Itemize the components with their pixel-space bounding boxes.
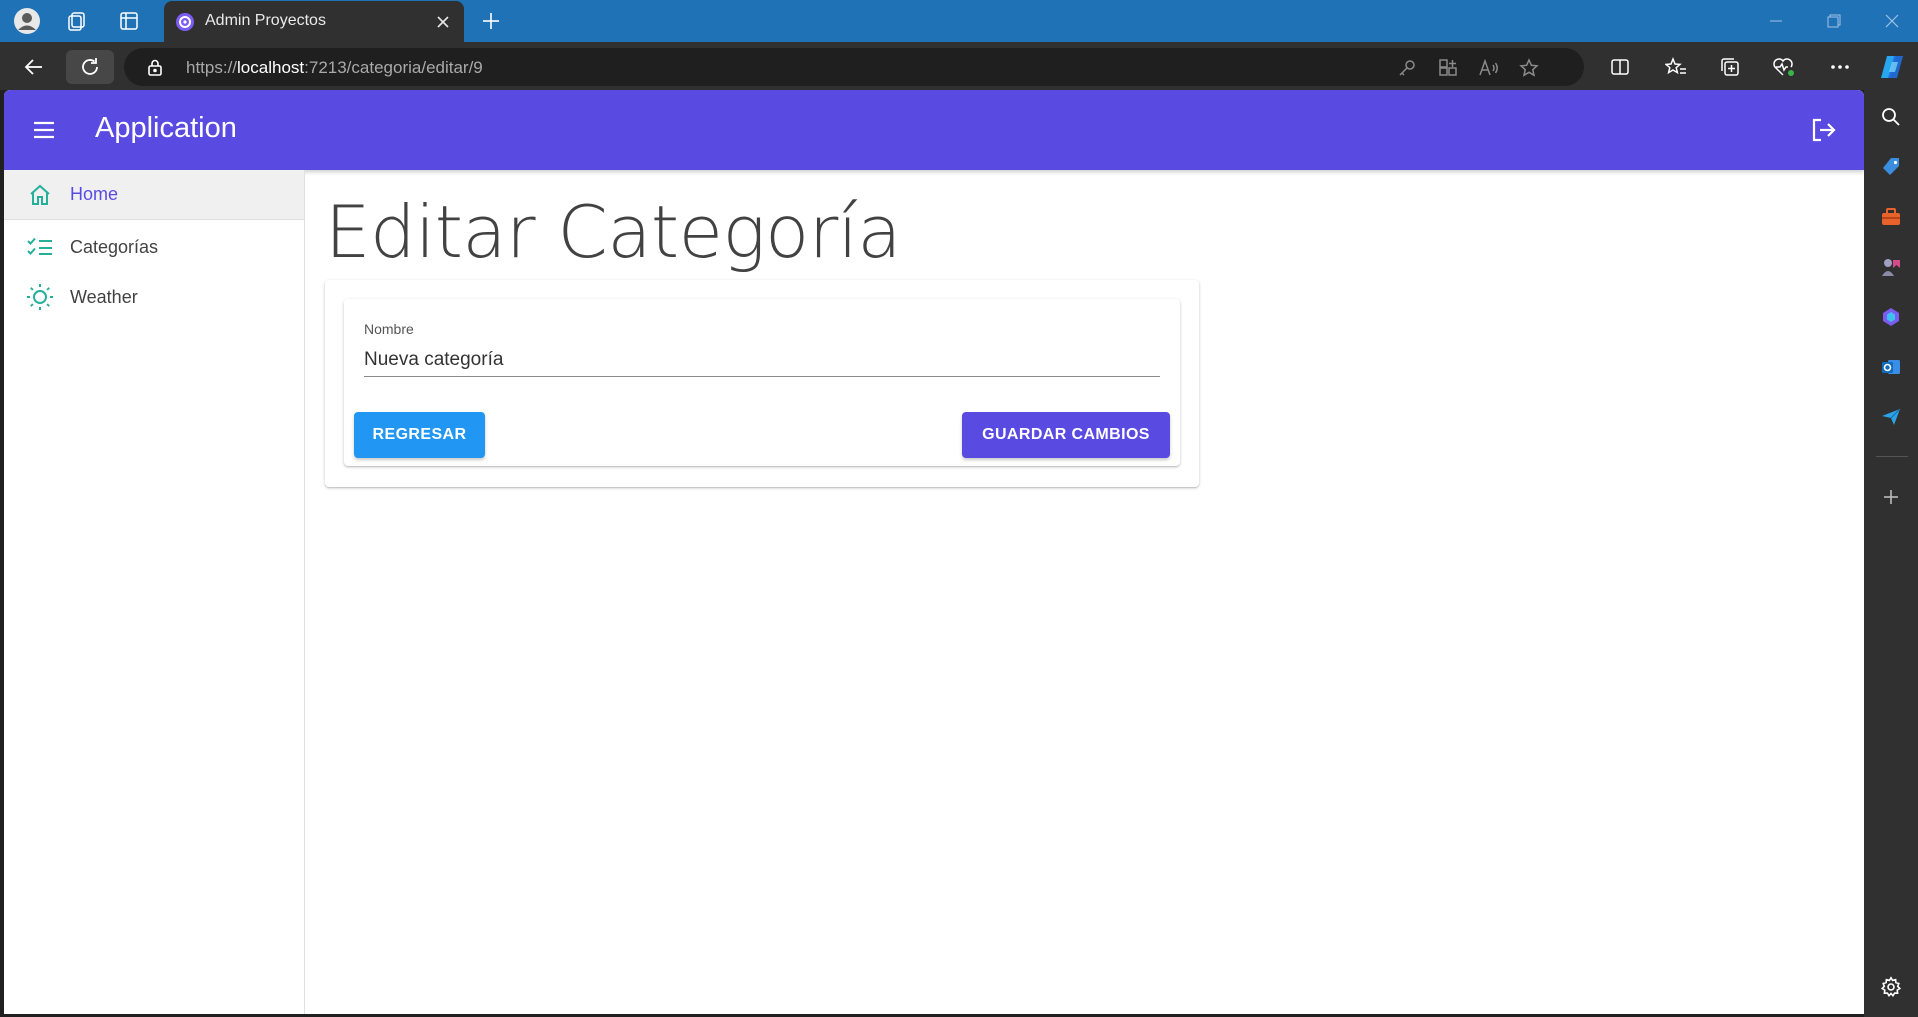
outlook-icon[interactable] <box>1876 352 1906 382</box>
restore-icon[interactable] <box>1814 6 1854 36</box>
workspaces-icon[interactable] <box>62 6 92 36</box>
send-icon[interactable] <box>1876 402 1906 432</box>
checklist-icon <box>25 232 55 262</box>
nav-item-home-label: Home <box>70 184 119 204</box>
key-icon[interactable] <box>1394 55 1420 81</box>
app-available-icon[interactable] <box>1435 55 1461 81</box>
copilot-sidebar-icon[interactable] <box>1876 302 1906 332</box>
url-field[interactable]: https://localhost:7213/categoria/editar/… <box>124 48 1584 86</box>
form-card: Nombre REGRESAR GUARDAR CAMBIOS <box>325 280 1199 487</box>
favorites-icon[interactable] <box>1660 52 1692 82</box>
split-screen-icon[interactable] <box>1604 52 1636 82</box>
browser-tab-bar: Admin Proyectos <box>0 0 1918 42</box>
copilot-icon[interactable] <box>1876 52 1908 82</box>
read-aloud-icon[interactable] <box>1476 55 1502 81</box>
nav-drawer: Home Categorías Weather <box>4 170 305 1014</box>
page-title: Editar Categoría <box>325 190 901 274</box>
url-text: https://localhost:7213/categoria/editar/… <box>186 58 483 78</box>
app-bar: Application <box>4 90 1864 170</box>
hamburger-menu-icon[interactable] <box>24 110 64 150</box>
main-content: Editar Categoría Nombre REGRESAR GUARDAR… <box>305 170 1864 1014</box>
favorite-star-icon[interactable] <box>1516 55 1542 81</box>
add-icon[interactable] <box>1876 482 1906 512</box>
close-window-icon[interactable] <box>1872 6 1912 36</box>
home-icon <box>25 180 55 210</box>
tab-title: Admin Proyectos <box>205 12 326 29</box>
shopping-tag-icon[interactable] <box>1876 152 1906 182</box>
page-viewport: Application Home Categorías Weather Edit… <box>4 90 1864 1014</box>
browser-address-bar: https://localhost:7213/categoria/editar/… <box>0 42 1918 90</box>
blazor-favicon-icon <box>174 11 196 33</box>
nav-item-weather[interactable]: Weather <box>4 272 304 322</box>
collections-icon[interactable] <box>1714 52 1746 82</box>
nav-item-weather-label: Weather <box>70 286 138 307</box>
browser-tab-active[interactable]: Admin Proyectos <box>164 1 464 42</box>
browser-essentials-icon[interactable] <box>1768 52 1800 82</box>
settings-gear-icon[interactable] <box>1876 972 1906 1002</box>
nav-item-categorias-label: Categorías <box>70 236 159 257</box>
app-title: Application <box>95 112 237 144</box>
profile-icon[interactable] <box>12 6 42 36</box>
sun-icon <box>25 282 55 312</box>
url-host: localhost <box>237 58 305 77</box>
more-options-icon[interactable] <box>1824 52 1856 82</box>
url-scheme: https:// <box>186 58 238 77</box>
nav-item-home[interactable]: Home <box>4 170 304 220</box>
form-inner-card: Nombre REGRESAR GUARDAR CAMBIOS <box>344 299 1180 466</box>
minimize-icon[interactable] <box>1756 6 1796 36</box>
sidebar-divider <box>1876 456 1908 457</box>
nombre-label: Nombre <box>364 321 414 337</box>
tools-icon[interactable] <box>1876 202 1906 232</box>
nombre-input[interactable] <box>364 343 1160 377</box>
tab-actions-icon[interactable] <box>114 6 144 36</box>
url-path: :7213/categoria/editar/9 <box>304 58 483 77</box>
refresh-icon[interactable] <box>66 50 114 84</box>
nav-item-categorias[interactable]: Categorías <box>4 222 304 272</box>
lock-icon[interactable] <box>146 58 164 76</box>
logout-icon[interactable] <box>1804 110 1844 150</box>
edge-sidebar <box>1864 90 1918 1017</box>
games-icon[interactable] <box>1876 252 1906 282</box>
regresar-button[interactable]: REGRESAR <box>354 412 485 458</box>
search-icon[interactable] <box>1876 102 1906 132</box>
close-tab-icon[interactable] <box>430 9 456 35</box>
new-tab-icon[interactable] <box>476 6 506 36</box>
back-icon[interactable] <box>10 50 58 84</box>
guardar-cambios-button[interactable]: GUARDAR CAMBIOS <box>962 412 1170 458</box>
